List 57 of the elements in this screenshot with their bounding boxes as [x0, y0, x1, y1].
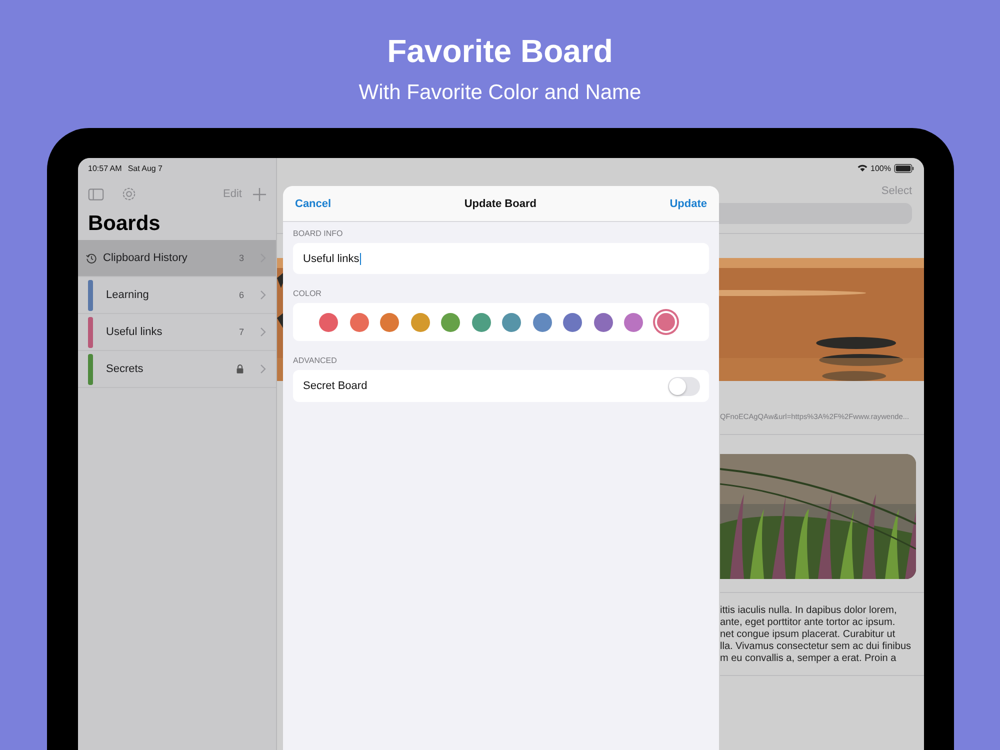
board-name: Useful links: [106, 326, 164, 338]
item-count: 7: [238, 327, 244, 337]
add-icon[interactable]: [253, 188, 266, 200]
page-title: Favorite Board: [387, 32, 613, 71]
board-name: Learning: [106, 289, 150, 301]
section-header: BOARD INFO: [292, 228, 344, 240]
history-icon: [86, 252, 97, 264]
color-swatch[interactable]: [410, 312, 430, 332]
wifi-icon: [856, 164, 868, 172]
color-swatch[interactable]: [472, 312, 490, 332]
lock-icon: [236, 364, 244, 374]
body-text: net congue ipsum placerat. Curabitur ut: [720, 629, 896, 641]
color-bar: [88, 354, 93, 384]
sheet-title: Update Board: [464, 198, 536, 210]
color-swatch[interactable]: [532, 312, 552, 332]
body-text: ante, eget porttitor ante tortor ac ipsum.: [720, 617, 896, 629]
color-swatch[interactable]: [624, 312, 643, 332]
board-row[interactable]: Clipboard History 3: [78, 240, 276, 277]
setting-label: Secret Board: [303, 380, 368, 392]
cancel-button[interactable]: Cancel: [295, 198, 332, 210]
battery-icon: [894, 164, 914, 172]
color-swatch[interactable]: [502, 312, 521, 332]
board-name: Secrets: [106, 363, 144, 375]
item-count: 6: [238, 290, 244, 300]
board-row[interactable]: Useful links 7: [78, 314, 276, 351]
status-date: Sat Aug 7: [128, 164, 163, 172]
body-text: lla. Vivamus consectetur sem ac dui finibus: [720, 641, 912, 653]
section-header: COLOR: [292, 288, 322, 300]
board-row[interactable]: Learning 6: [78, 277, 276, 314]
section-header: ADVANCED: [292, 355, 338, 367]
color-swatch[interactable]: [656, 313, 674, 331]
sidebar-toggle-icon[interactable]: [88, 188, 104, 200]
color-swatch[interactable]: [380, 312, 399, 332]
status-time: 10:57 AM: [88, 164, 122, 172]
color-swatch[interactable]: [441, 312, 460, 332]
battery-level: 100%: [870, 164, 891, 172]
sidebar-title: Boards: [87, 211, 162, 237]
chevron-icon: [260, 364, 266, 374]
page-subtitle: With Favorite Color and Name: [358, 80, 642, 106]
color-swatch[interactable]: [350, 312, 368, 332]
board-name: Clipboard History: [103, 252, 188, 264]
body-text: m eu convallis a, semper a erat. Proin a: [720, 653, 898, 665]
update-button[interactable]: Update: [670, 198, 707, 210]
color-swatch[interactable]: [563, 312, 582, 332]
text-cursor: [360, 252, 362, 264]
color-swatch[interactable]: [319, 312, 338, 332]
settings-icon[interactable]: [121, 186, 137, 202]
chevron-icon: [260, 290, 266, 300]
toggle-switch[interactable]: [668, 376, 700, 396]
chevron-icon: [260, 327, 266, 337]
board-row[interactable]: Secrets: [78, 351, 276, 388]
body-text: ittis iaculis nulla. In dapibus dolor lorem,: [720, 605, 898, 617]
name-field[interactable]: Useful links: [293, 243, 709, 274]
color-bar: [88, 280, 93, 310]
color-swatch[interactable]: [594, 312, 612, 332]
color-bar: [88, 316, 93, 348]
item-count: 3: [238, 253, 244, 263]
